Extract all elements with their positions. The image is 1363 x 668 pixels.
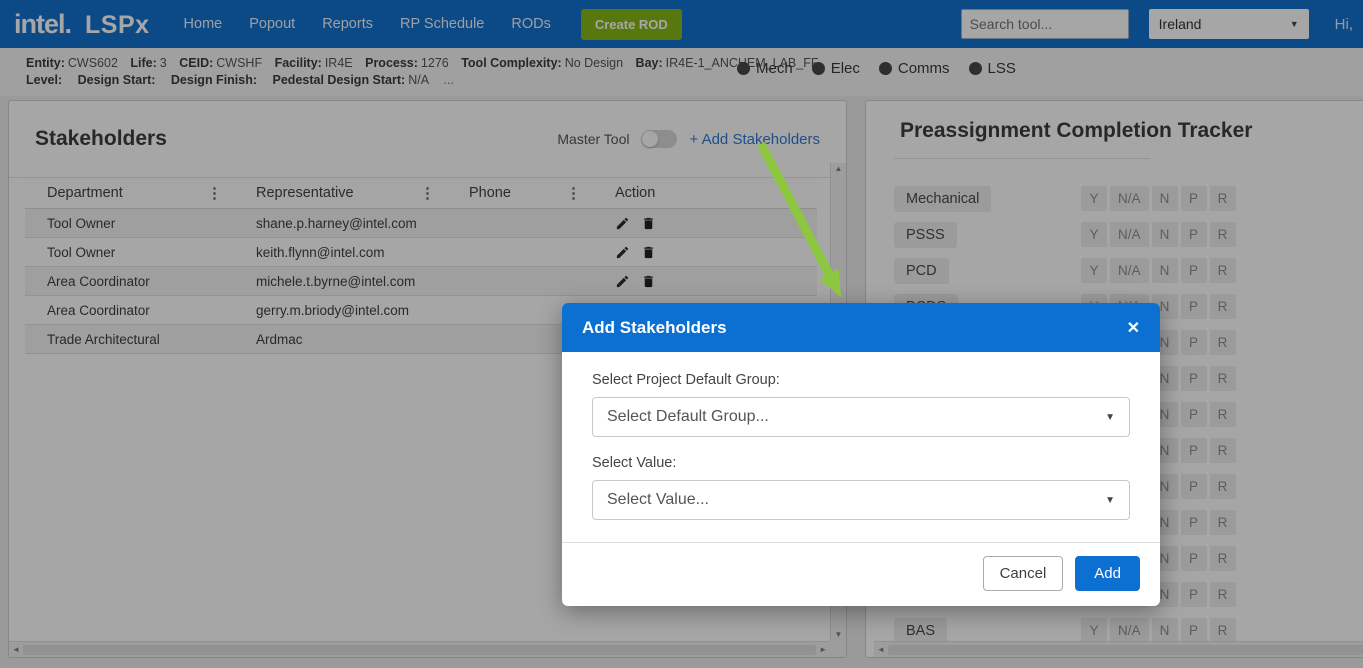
default-group-select[interactable]: Select Default Group... ▼: [592, 397, 1130, 437]
modal-title: Add Stakeholders: [582, 318, 727, 338]
add-button[interactable]: Add: [1075, 556, 1140, 591]
close-icon[interactable]: ✕: [1127, 318, 1140, 338]
default-group-select-value: Select Default Group...: [607, 408, 769, 426]
cancel-button[interactable]: Cancel: [983, 556, 1064, 591]
chevron-down-icon: ▼: [1105, 495, 1115, 506]
add-stakeholders-modal: Add Stakeholders ✕ Select Project Defaul…: [562, 303, 1160, 606]
value-select-value: Select Value...: [607, 491, 709, 509]
modal-footer: Cancel Add: [562, 542, 1160, 606]
value-select[interactable]: Select Value... ▼: [592, 480, 1130, 520]
chevron-down-icon: ▼: [1105, 412, 1115, 423]
modal-body: Select Project Default Group: Select Def…: [562, 352, 1160, 520]
modal-header: Add Stakeholders ✕: [562, 303, 1160, 352]
default-group-label: Select Project Default Group:: [592, 372, 1130, 388]
value-label: Select Value:: [592, 455, 1130, 471]
